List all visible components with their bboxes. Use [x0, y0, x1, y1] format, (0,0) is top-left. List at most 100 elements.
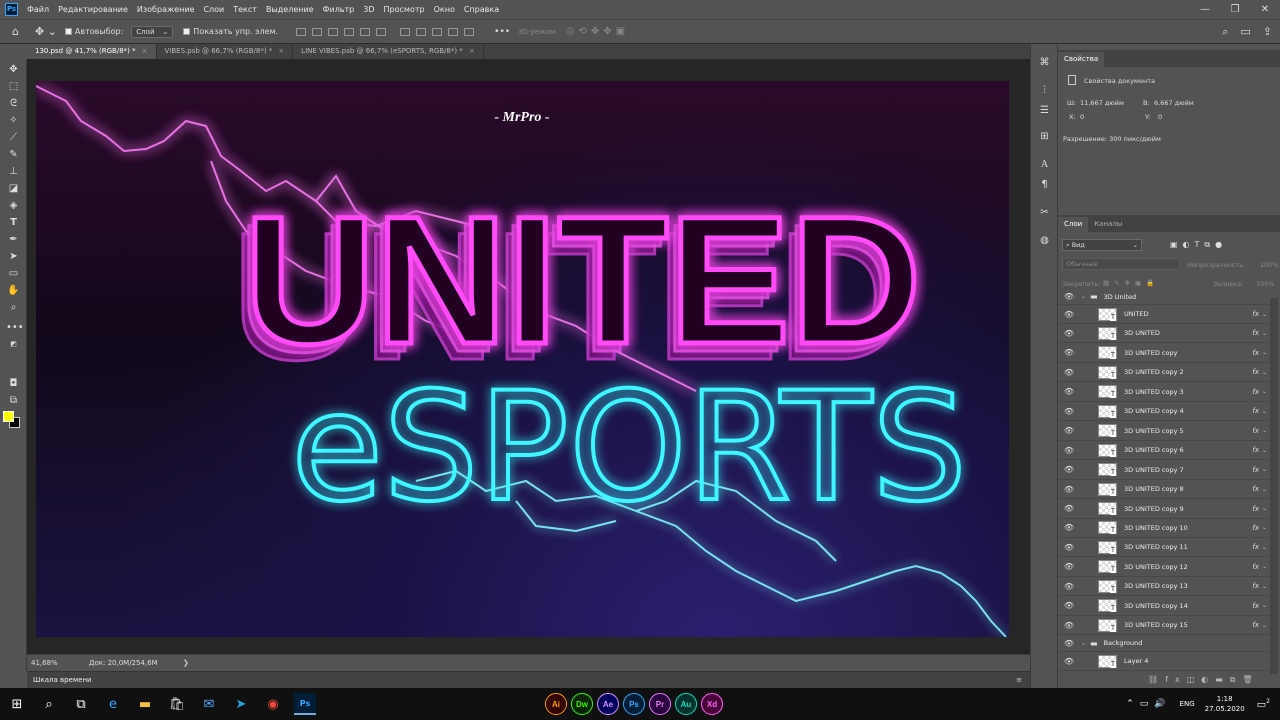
hand-tool-icon[interactable]: ✋: [6, 284, 21, 297]
layer-row[interactable]: 👁 3D UNITED copy 4 fx⌄: [1058, 402, 1271, 422]
eye-icon[interactable]: 👁: [1063, 582, 1075, 591]
adobe-app-icon-ae[interactable]: Ae: [597, 693, 619, 715]
layer-row[interactable]: 👁 3D UNITED fx⌄: [1058, 324, 1271, 344]
libraries-icon[interactable]: ⊞: [1038, 130, 1051, 143]
distribute-bottom-icon[interactable]: [432, 27, 443, 36]
layer-filter-dropdown[interactable]: ⌕ Вид ⌄: [1062, 239, 1142, 251]
adobe-app-icon-pr[interactable]: Pr: [649, 693, 671, 715]
more-tools-icon[interactable]: •••: [6, 321, 24, 334]
move-tool-icon[interactable]: ✥: [6, 63, 21, 76]
search-icon[interactable]: ⌕: [1222, 25, 1228, 39]
eye-icon[interactable]: 👁: [1063, 639, 1075, 648]
layer-row[interactable]: 👁 3D UNITED copy 6 fx⌄: [1058, 441, 1271, 461]
layer-row[interactable]: 👁 3D UNITED copy 2 fx⌄: [1058, 363, 1271, 383]
menu-3d[interactable]: 3D: [363, 5, 374, 14]
layer-row[interactable]: 👁 3D UNITED copy fx⌄: [1058, 344, 1271, 363]
eye-icon[interactable]: 👁: [1063, 465, 1075, 474]
eye-icon[interactable]: 👁: [1063, 621, 1075, 630]
layer-row[interactable]: 👁 3D UNITED copy 5 fx⌄: [1058, 422, 1271, 441]
close-icon[interactable]: ×: [469, 47, 475, 55]
telegram-icon[interactable]: ➤: [230, 693, 252, 715]
rectangle-tool-icon[interactable]: ▭: [6, 267, 21, 280]
eye-icon[interactable]: 👁: [1063, 523, 1075, 532]
tab-130-psd[interactable]: 130.psd @ 41,7% (RGB/8*) * ×: [27, 44, 157, 59]
chevron-down-icon[interactable]: ⌄: [1081, 293, 1086, 300]
zoom-tool-icon[interactable]: ⌕: [6, 301, 21, 314]
notifications-icon[interactable]: ▭2: [1257, 698, 1270, 710]
layer-row[interactable]: 👁 3D UNITED copy 9 fx⌄: [1058, 500, 1271, 519]
fx-icon[interactable]: fx: [1252, 329, 1259, 337]
align-left-icon[interactable]: [296, 27, 307, 36]
windows-start-icon[interactable]: ⊞: [6, 693, 28, 715]
fx-icon[interactable]: fx: [1252, 543, 1259, 551]
layer-row[interactable]: 👁 3D UNITED copy 10 fx⌄: [1058, 519, 1271, 538]
lasso-tool-icon[interactable]: ᘓ: [6, 97, 21, 110]
layer-group[interactable]: 👁 ⌄ ▬ 3D United: [1058, 289, 1271, 305]
chevron-down-icon[interactable]: ⌄: [1262, 583, 1267, 590]
eye-icon[interactable]: 👁: [1063, 329, 1075, 338]
fx-icon[interactable]: fx: [1252, 602, 1259, 610]
layer-row[interactable]: 👁 3D UNITED copy 14 fx⌄: [1058, 597, 1271, 616]
chevron-down-icon[interactable]: ⌄: [1262, 524, 1267, 531]
fx-icon[interactable]: fx: [1252, 368, 1259, 376]
fx-icon[interactable]: fx: [1252, 485, 1259, 493]
menu-file[interactable]: Файл: [27, 5, 49, 14]
distribute-left-icon[interactable]: [448, 27, 459, 36]
menu-filter[interactable]: Фильтр: [323, 5, 355, 14]
eye-icon[interactable]: 👁: [1063, 368, 1075, 377]
layer-row[interactable]: 👁 3D UNITED copy 8 fx⌄: [1058, 480, 1271, 500]
distribute-top-icon[interactable]: [400, 27, 411, 36]
fx-icon[interactable]: fx: [1252, 349, 1259, 357]
stamp-tool-icon[interactable]: ⊥: [6, 165, 21, 178]
chevron-down-icon[interactable]: ⌄: [1262, 544, 1267, 551]
menu-help[interactable]: Справка: [464, 5, 499, 14]
fx-icon[interactable]: fx: [1252, 407, 1259, 415]
layer-row[interactable]: 👁 UNITED fx⌄: [1058, 305, 1271, 324]
minimize-button[interactable]: —: [1190, 0, 1220, 19]
paragraph-icon[interactable]: ¶: [1038, 178, 1051, 191]
layer-row[interactable]: 👁 3D UNITED copy 7 fx⌄: [1058, 461, 1271, 480]
fill-value[interactable]: 100%: [1256, 280, 1275, 288]
eye-icon[interactable]: 👁: [1063, 601, 1075, 610]
fx-icon[interactable]: fx: [1252, 621, 1259, 629]
checkbox-icon[interactable]: [64, 28, 72, 35]
eyedropper-icon[interactable]: ⟋: [6, 131, 21, 144]
chevron-down-icon[interactable]: ⌄: [1262, 486, 1267, 493]
chrome-icon[interactable]: ◉: [262, 693, 284, 715]
align-center-icon[interactable]: [312, 27, 323, 36]
status-arrow-icon[interactable]: ❯: [183, 659, 189, 667]
fx-icon[interactable]: fx: [1252, 427, 1259, 435]
eye-icon[interactable]: 👁: [1063, 292, 1075, 301]
3d-icon[interactable]: ◍: [1038, 234, 1051, 247]
eye-icon[interactable]: 👁: [1063, 310, 1075, 319]
edge-icon[interactable]: e: [102, 693, 124, 715]
x-value[interactable]: 0: [1080, 113, 1084, 121]
fx-icon[interactable]: fx: [1252, 524, 1259, 532]
align-top-icon[interactable]: [344, 27, 355, 36]
align-middle-icon[interactable]: [360, 27, 371, 36]
chevron-down-icon[interactable]: ⌄: [1262, 388, 1267, 395]
align-bottom-icon[interactable]: [376, 27, 387, 36]
adobe-app-icon-ai[interactable]: Ai: [545, 693, 567, 715]
home-icon[interactable]: ⌂: [12, 25, 19, 38]
eye-icon[interactable]: 👁: [1063, 485, 1075, 494]
layer-row[interactable]: 👁 3D UNITED copy 13 fx⌄: [1058, 577, 1271, 597]
marquee-tool-icon[interactable]: ⬚: [6, 80, 21, 93]
fx-icon[interactable]: fx: [1252, 388, 1259, 396]
close-icon[interactable]: ×: [142, 47, 148, 55]
chevron-down-icon[interactable]: ⌄: [1262, 563, 1267, 570]
document-canvas[interactable]: UNITED UNITED UNITED eSPORTS - MrPro -: [36, 81, 1009, 637]
fx-icon[interactable]: fx: [1252, 466, 1259, 474]
adobe-app-icon-dw[interactable]: Dw: [571, 693, 593, 715]
chevron-down-icon[interactable]: ⌄: [1262, 466, 1267, 473]
tab-layers[interactable]: Слои: [1058, 217, 1089, 232]
chevron-down-icon[interactable]: ⌄: [1081, 640, 1086, 647]
paint-bucket-icon[interactable]: ◈: [6, 199, 21, 212]
close-button[interactable]: ✕: [1250, 0, 1280, 19]
chevron-down-icon[interactable]: ⌄: [1262, 622, 1267, 629]
restore-button[interactable]: ❐: [1220, 0, 1250, 19]
chevron-down-icon[interactable]: ⌄: [1262, 408, 1267, 415]
share-icon[interactable]: ⇪: [1263, 25, 1272, 39]
workspace-icon[interactable]: ▭: [1240, 25, 1250, 39]
timeline-menu-icon[interactable]: ≡: [1016, 676, 1022, 684]
